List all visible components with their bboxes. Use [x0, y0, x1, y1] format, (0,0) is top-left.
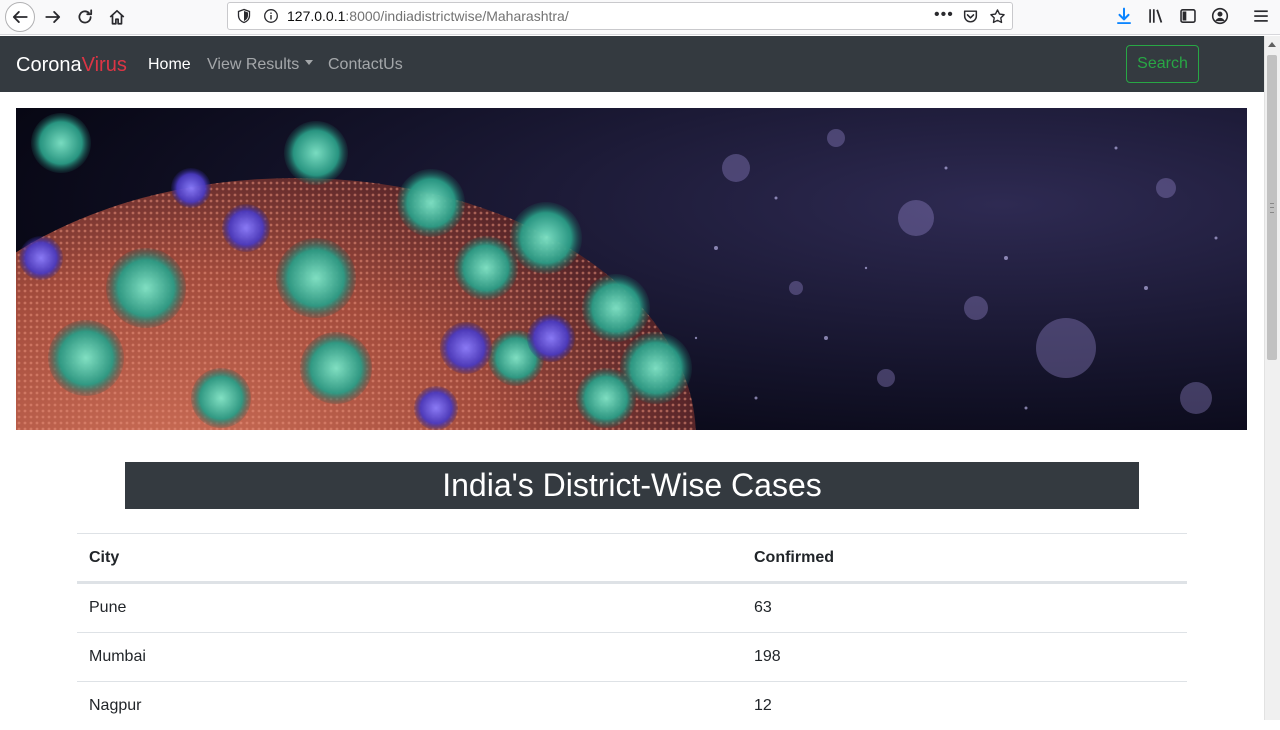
- sidebar-icon[interactable]: [1179, 7, 1197, 25]
- brand-text-virus: Virus: [81, 54, 127, 76]
- shield-icon[interactable]: [236, 8, 252, 24]
- address-bar[interactable]: 127.0.0.1:8000/indiadistrictwise/Maharas…: [227, 2, 1013, 30]
- arrow-left-icon: [12, 11, 28, 23]
- nav-dropdown-label: View Results: [207, 56, 300, 73]
- url-text[interactable]: 127.0.0.1:8000/indiadistrictwise/Maharas…: [287, 8, 569, 24]
- page-scrollbar[interactable]: [1264, 36, 1280, 720]
- brand-logo[interactable]: CoronaVirus: [16, 54, 127, 77]
- url-host: 127.0.0.1: [287, 8, 346, 24]
- reload-button[interactable]: [70, 2, 100, 32]
- city-cell: Pune: [89, 599, 127, 616]
- hamburger-menu-icon[interactable]: [1252, 7, 1270, 25]
- search-button[interactable]: Search: [1126, 45, 1199, 83]
- scrollbar-thumb[interactable]: [1267, 55, 1277, 360]
- confirmed-cell: 63: [754, 599, 772, 616]
- city-cell: Nagpur: [89, 697, 142, 714]
- column-header-city: City: [89, 548, 120, 566]
- browser-toolbar: 127.0.0.1:8000/indiadistrictwise/Maharas…: [0, 0, 1280, 35]
- column-header-confirmed: Confirmed: [754, 548, 834, 566]
- table-row: Mumbai 198: [77, 632, 1187, 681]
- home-button[interactable]: [102, 2, 132, 32]
- arrow-right-icon: [45, 11, 61, 23]
- virus-illustration: [16, 108, 1247, 430]
- nav-dropdown-view-results[interactable]: View Results: [207, 56, 314, 74]
- account-icon[interactable]: [1211, 7, 1229, 25]
- library-icon[interactable]: [1147, 7, 1165, 25]
- caret-down-icon: [305, 60, 314, 66]
- coronavirus-banner-image: [16, 108, 1247, 430]
- bookmark-star-icon[interactable]: [989, 8, 1006, 25]
- page-actions-menu-icon[interactable]: •••: [934, 6, 954, 24]
- nav-link-contactus[interactable]: ContactUs: [328, 56, 403, 74]
- table-row: Pune 63: [77, 583, 1187, 632]
- confirmed-cell: 198: [754, 648, 781, 665]
- table-header-row: City Confirmed: [77, 533, 1187, 583]
- table-row: Nagpur 12: [77, 681, 1187, 730]
- district-cases-table: City Confirmed Pune 63 Mumbai 198 Nagpur…: [77, 533, 1187, 730]
- brand-text-corona: Corona: [16, 54, 82, 76]
- site-navbar: CoronaVirus Home View Results ContactUs …: [0, 36, 1264, 92]
- confirmed-cell: 12: [754, 697, 772, 714]
- scroll-up-arrow-icon[interactable]: [1268, 42, 1276, 47]
- info-icon[interactable]: [263, 8, 279, 24]
- pocket-icon[interactable]: [962, 8, 979, 25]
- url-path: :8000/indiadistrictwise/Maharashtra/: [345, 8, 569, 24]
- city-cell: Mumbai: [89, 648, 146, 665]
- nav-link-home[interactable]: Home: [148, 56, 191, 74]
- forward-button[interactable]: [38, 2, 68, 32]
- page-title: India's District-Wise Cases: [125, 462, 1139, 509]
- grip-icon: [1270, 203, 1274, 213]
- back-button[interactable]: [5, 2, 35, 32]
- download-icon[interactable]: [1115, 7, 1133, 25]
- home-icon: [109, 9, 125, 25]
- reload-icon: [78, 9, 93, 24]
